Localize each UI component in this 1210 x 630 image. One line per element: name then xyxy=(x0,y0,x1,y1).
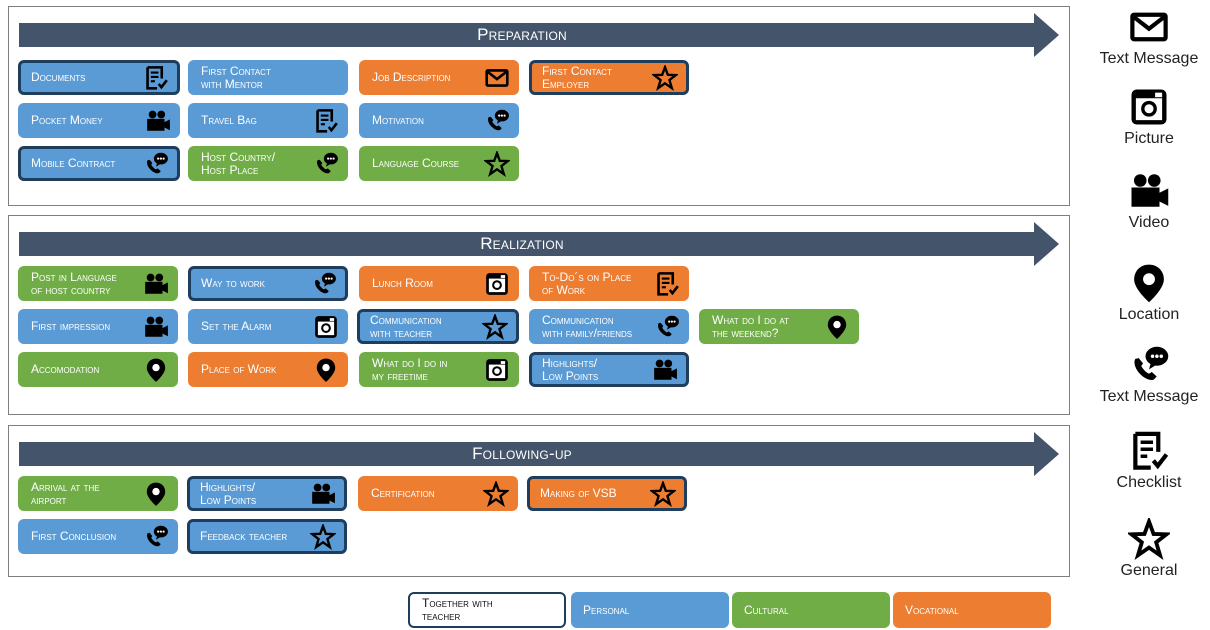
video-camera-icon xyxy=(310,481,336,507)
envelope-icon xyxy=(1128,6,1170,48)
camera-icon xyxy=(484,357,510,383)
card-feedback-teacher[interactable]: Feedback teacher xyxy=(187,519,347,554)
phone-chat-icon xyxy=(143,524,169,550)
card-first-conclusion[interactable]: First Conclusion xyxy=(18,519,178,554)
card-todos-place-of-work[interactable]: To-Do´s on Place of Work xyxy=(529,266,689,301)
location-pin-icon xyxy=(143,357,169,383)
legend-item-video: Video xyxy=(1090,170,1208,232)
preparation-section: Preparation Documents First Contact with… xyxy=(8,6,1070,206)
location-pin-icon xyxy=(313,357,339,383)
card-freetime[interactable]: What do I do in my freetime xyxy=(359,352,519,387)
legend-item-location: Location xyxy=(1090,262,1208,324)
card-highlights-realization[interactable]: Highlights/ Low Points xyxy=(529,352,689,387)
preparation-arrow: Preparation xyxy=(19,13,1059,57)
star-icon xyxy=(1128,518,1170,560)
video-camera-icon xyxy=(1128,170,1170,212)
video-camera-icon xyxy=(143,271,169,297)
card-first-contact-employer[interactable]: First Contact Employer xyxy=(529,60,689,95)
star-icon xyxy=(652,65,678,91)
phone-chat-icon xyxy=(484,108,510,134)
checklist-icon xyxy=(143,65,169,91)
video-camera-icon xyxy=(652,357,678,383)
card-making-of-vsb[interactable]: Making of VSB xyxy=(527,476,687,511)
camera-icon xyxy=(1128,86,1170,128)
legend-item-picture: Picture xyxy=(1090,86,1208,148)
camera-icon xyxy=(484,271,510,297)
following-up-section: Following-up Arrival at the airport High… xyxy=(8,425,1070,577)
card-communication-family[interactable]: Communication with family/friends xyxy=(529,309,689,344)
realization-title: Realization xyxy=(480,234,564,253)
key-vocational: Vocational xyxy=(893,592,1051,628)
card-host-country[interactable]: Host Country/ Host Place xyxy=(188,146,348,181)
card-pocket-money[interactable]: Pocket Money xyxy=(18,103,180,138)
checklist-icon xyxy=(313,108,339,134)
phone-chat-icon xyxy=(143,151,169,177)
card-way-to-work[interactable]: Way to work xyxy=(188,266,348,301)
card-arrival-airport[interactable]: Arrival at the airport xyxy=(18,476,178,511)
legend-item-text-message-2: Text Message xyxy=(1090,344,1208,406)
card-job-description[interactable]: Job Description xyxy=(359,60,519,95)
video-camera-icon xyxy=(143,314,169,340)
star-icon xyxy=(483,481,509,507)
preparation-title: Preparation xyxy=(477,25,567,44)
card-documents[interactable]: Documents xyxy=(18,60,180,95)
card-certification[interactable]: Certification xyxy=(358,476,518,511)
star-icon xyxy=(482,314,508,340)
legend-item-text-message: Text Message xyxy=(1090,6,1208,68)
checklist-icon xyxy=(1128,430,1170,472)
following-up-title: Following-up xyxy=(472,444,572,463)
key-personal: Personal xyxy=(571,592,729,628)
phone-chat-icon xyxy=(311,271,337,297)
card-language-course[interactable]: Language Course xyxy=(359,146,519,181)
legend-item-general: General xyxy=(1090,518,1208,580)
card-accomodation[interactable]: Accomodation xyxy=(18,352,178,387)
card-lunch-room[interactable]: Lunch Room xyxy=(359,266,519,301)
checklist-icon xyxy=(654,271,680,297)
card-set-the-alarm[interactable]: Set the Alarm xyxy=(188,309,348,344)
location-pin-icon xyxy=(143,481,169,507)
location-pin-icon xyxy=(1128,262,1170,304)
realization-arrow: Realization xyxy=(19,222,1059,266)
star-icon xyxy=(484,151,510,177)
realization-section: Realization Post in Language of host cou… xyxy=(8,215,1070,415)
card-highlights-following[interactable]: Highlights/ Low Points xyxy=(187,476,347,511)
card-weekend[interactable]: What do I do at the weekend? xyxy=(699,309,859,344)
card-first-impression[interactable]: First impression xyxy=(18,309,178,344)
card-mobile-contract[interactable]: Mobile Contract xyxy=(18,146,180,181)
envelope-icon xyxy=(484,65,510,91)
key-cultural: Cultural xyxy=(732,592,890,628)
card-communication-teacher[interactable]: Communication with teacher xyxy=(357,309,519,344)
camera-icon xyxy=(313,314,339,340)
star-icon xyxy=(310,524,336,550)
following-up-arrow: Following-up xyxy=(19,432,1059,476)
card-place-of-work[interactable]: Place of Work xyxy=(188,352,348,387)
star-icon xyxy=(650,481,676,507)
phone-chat-icon xyxy=(654,314,680,340)
phone-chat-icon xyxy=(1128,344,1170,386)
card-first-contact-mentor[interactable]: First Contact with Mentor xyxy=(188,60,348,95)
card-motivation[interactable]: Motivation xyxy=(359,103,519,138)
phone-chat-icon xyxy=(313,151,339,177)
location-pin-icon xyxy=(824,314,850,340)
key-together-with-teacher: Together with teacher xyxy=(408,592,566,628)
card-post-in-language[interactable]: Post in Language of host country xyxy=(18,266,178,301)
video-camera-icon xyxy=(145,108,171,134)
card-travel-bag[interactable]: Travel Bag xyxy=(188,103,348,138)
legend-item-checklist: Checklist xyxy=(1090,430,1208,492)
